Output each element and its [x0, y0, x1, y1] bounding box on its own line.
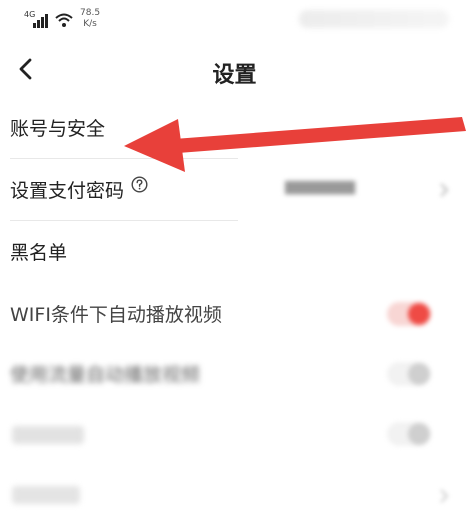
- settings-item-wifi-autoplay: WIFI条件下自动播放视频: [0, 286, 469, 344]
- row6-toggle[interactable]: [387, 422, 431, 446]
- settings-item-label: WIFI条件下自动播放视频: [10, 304, 222, 326]
- settings-item-payment-password[interactable]: 设置支付密码 ▇▇▇▇▇▇▇: [0, 162, 469, 220]
- settings-item-mobile-autoplay: 使用流量自动播放视频: [0, 346, 469, 404]
- chevron-right-icon: [440, 489, 449, 503]
- chevron-right-icon: [440, 183, 449, 197]
- settings-item-label: 设置支付密码: [10, 180, 125, 202]
- nav-header: 设置: [0, 45, 469, 95]
- settings-item-blacklist[interactable]: 黑名单: [0, 224, 469, 282]
- settings-item-label: 账号与安全: [10, 118, 106, 140]
- speed-value: 78.5: [80, 8, 101, 18]
- help-circle-icon[interactable]: [131, 176, 148, 193]
- page-title: 设置: [212, 63, 257, 88]
- settings-item-account-security[interactable]: 账号与安全: [0, 100, 469, 158]
- divider: [10, 220, 238, 221]
- settings-item-row7[interactable]: [0, 464, 469, 522]
- settings-item-label: 黑名单: [10, 242, 68, 264]
- status-bar: 4G 78.5 K/s: [0, 0, 469, 40]
- divider: [10, 158, 238, 159]
- signal-icon: [33, 14, 53, 28]
- mobile-autoplay-toggle[interactable]: [387, 362, 431, 386]
- network-speed: 78.5 K/s: [80, 8, 100, 30]
- payment-status-blurred: ▇▇▇▇▇▇▇: [285, 180, 355, 195]
- wifi-autoplay-toggle[interactable]: [387, 302, 431, 326]
- settings-item-row6[interactable]: [0, 406, 469, 464]
- wifi-icon: [55, 13, 73, 27]
- speed-unit: K/s: [83, 19, 97, 29]
- status-icons-blurred: [299, 10, 449, 28]
- settings-item-label: 使用流量自动播放视频: [10, 364, 201, 386]
